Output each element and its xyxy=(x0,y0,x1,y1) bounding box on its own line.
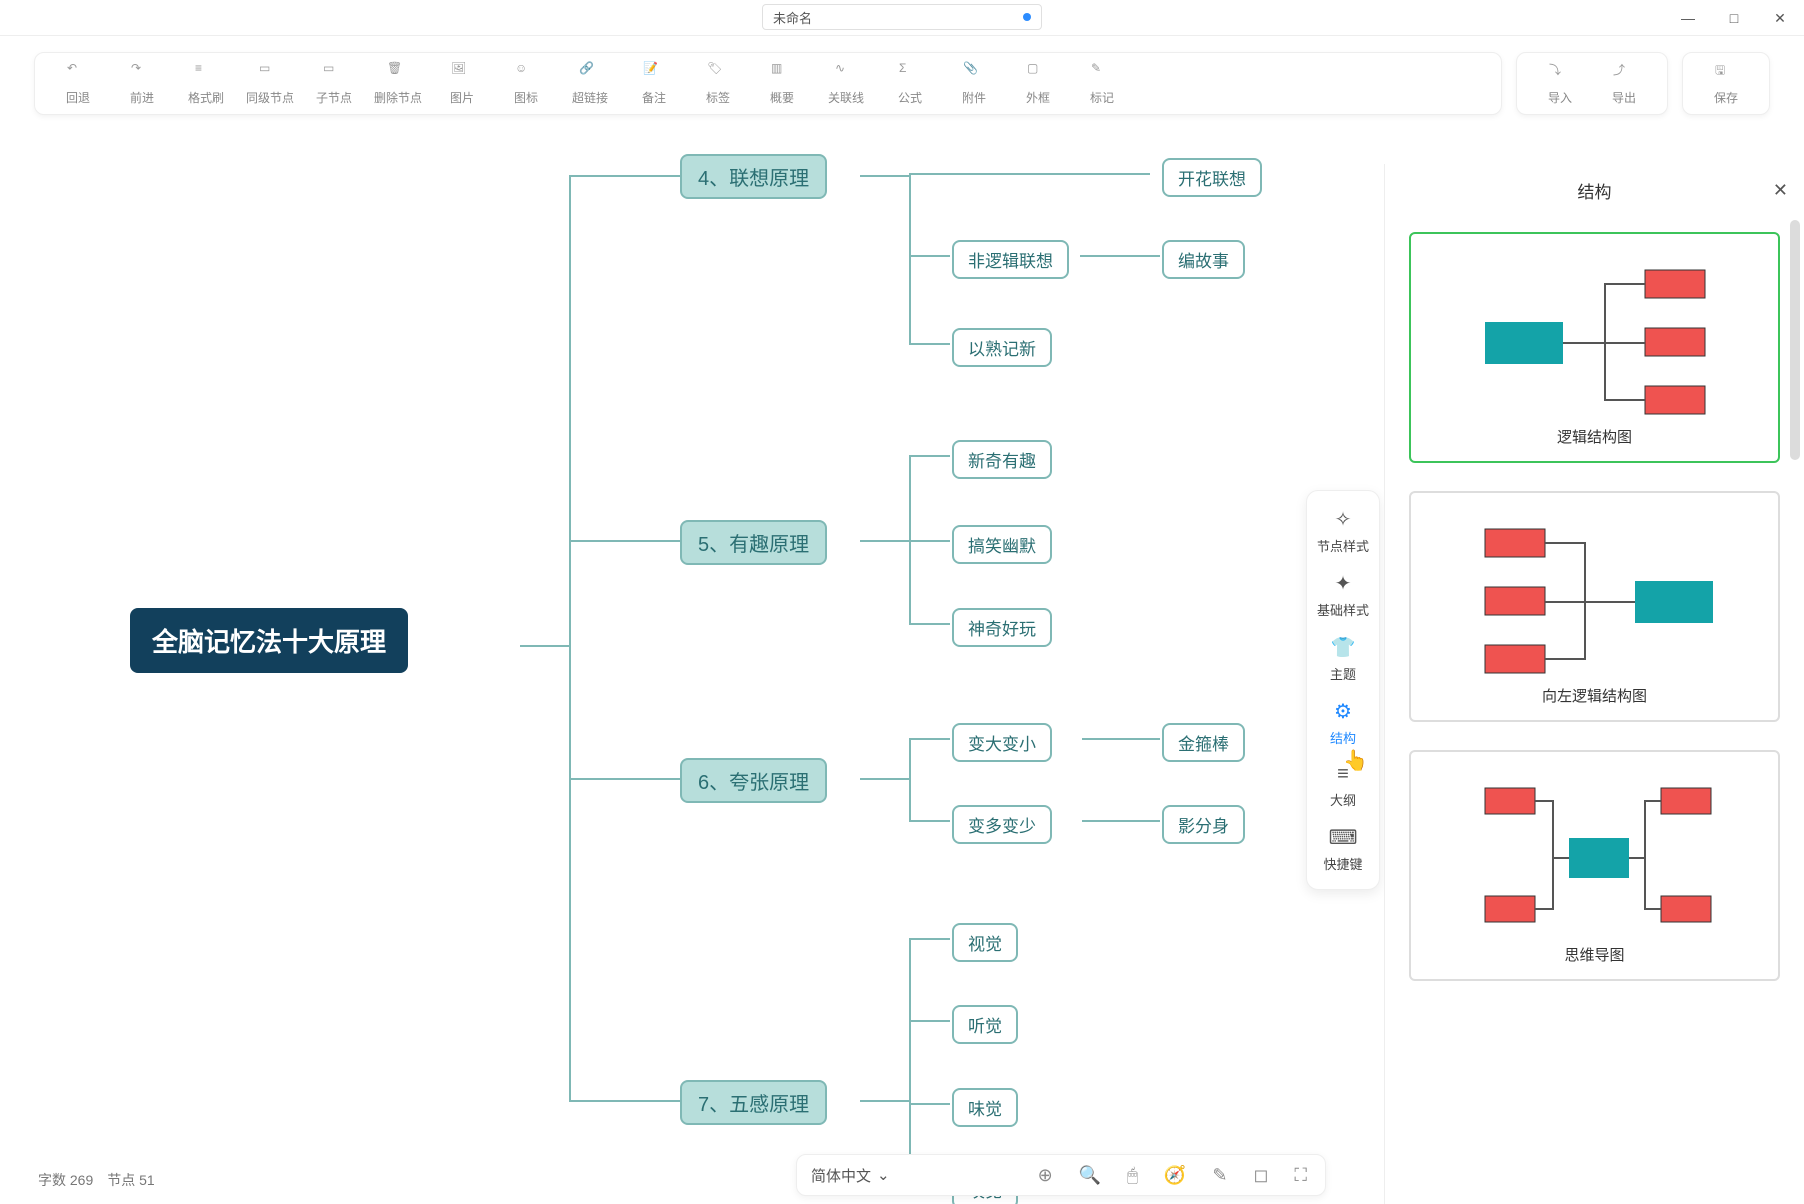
locate-icon[interactable]: ⊕ xyxy=(1038,1165,1053,1186)
strip-theme-button[interactable]: 👕主题 xyxy=(1307,627,1379,691)
leaf-node[interactable]: 变多变少 xyxy=(952,805,1052,844)
frame-button[interactable]: ▢外框 xyxy=(1007,61,1069,106)
sibling-button[interactable]: ▭同级节点 xyxy=(239,61,301,106)
main-toolbar: ↶回退↷前进≡格式刷▭同级节点▭子节点🗑删除节点🖼图片☺图标🔗超链接📝备注🏷标签… xyxy=(34,52,1770,115)
import-button[interactable]: ⤵导入 xyxy=(1529,61,1591,106)
shortcut-icon: ⌨ xyxy=(1329,825,1358,850)
relation-button[interactable]: ∿关联线 xyxy=(815,61,877,106)
structure-option-mindmap[interactable]: 思维导图 xyxy=(1409,750,1780,981)
leaf-node[interactable]: 新奇有趣 xyxy=(952,440,1052,479)
root-node[interactable]: 全脑记忆法十大原理 xyxy=(130,608,408,673)
note-button[interactable]: 📝备注 xyxy=(623,61,685,106)
strip-basestyle-button[interactable]: ✦基础样式 xyxy=(1307,563,1379,627)
note-icon: 📝 xyxy=(643,61,665,83)
zoom-icon[interactable]: 🔍 xyxy=(1079,1165,1101,1186)
leaf-node[interactable]: 搞笑幽默 xyxy=(952,525,1052,564)
marker-icon: ✎ xyxy=(1091,61,1113,83)
unsaved-indicator-icon xyxy=(1023,13,1031,21)
structure-option-logic[interactable]: 逻辑结构图 xyxy=(1409,232,1780,463)
branch-node-7[interactable]: 7、五感原理 xyxy=(680,1080,827,1125)
mouse-icon[interactable]: 🖱 xyxy=(1127,1165,1138,1186)
theme-icon: 👕 xyxy=(1331,635,1356,660)
compass-icon[interactable]: 🧭 xyxy=(1164,1165,1186,1186)
structure-icon: ⚙ xyxy=(1334,699,1352,724)
window-minimize-button[interactable]: — xyxy=(1672,4,1704,32)
branch-node-4[interactable]: 4、联想原理 xyxy=(680,154,827,199)
panel-scrollbar[interactable] xyxy=(1790,220,1800,460)
panel-close-button[interactable]: ✕ xyxy=(1773,180,1788,201)
edit-icon[interactable]: ✎ xyxy=(1212,1165,1227,1186)
leaf-node[interactable]: 编故事 xyxy=(1162,240,1245,279)
title-bar: 未命名 — □ ✕ xyxy=(0,0,1804,36)
undo-button[interactable]: ↶回退 xyxy=(47,61,109,106)
structure-caption: 思维导图 xyxy=(1564,944,1624,965)
formula-icon: Σ xyxy=(899,61,921,83)
delete-icon: 🗑 xyxy=(387,61,409,83)
export-button[interactable]: ⤴导出 xyxy=(1593,61,1655,106)
leaf-node[interactable]: 影分身 xyxy=(1162,805,1245,844)
leaf-node[interactable]: 视觉 xyxy=(952,923,1018,962)
cursor-icon: 👆 xyxy=(1343,748,1368,773)
branch-node-6[interactable]: 6、夸张原理 xyxy=(680,758,827,803)
icon-icon: ☺ xyxy=(515,61,537,83)
save-button[interactable]: 🖫保存 xyxy=(1695,61,1757,106)
frame-icon: ▢ xyxy=(1027,61,1049,83)
basestyle-icon: ✦ xyxy=(1335,571,1352,596)
fit-icon[interactable]: ◻ xyxy=(1253,1165,1268,1186)
icon-button[interactable]: ☺图标 xyxy=(495,61,557,106)
strip-nodestyle-button[interactable]: ✧节点样式 xyxy=(1307,499,1379,563)
formula-button[interactable]: Σ公式 xyxy=(879,61,941,106)
leaf-node[interactable]: 以熟记新 xyxy=(952,328,1052,367)
sibling-icon: ▭ xyxy=(259,61,281,83)
language-select[interactable]: 简体中文⌄ xyxy=(811,1165,890,1186)
attach-button[interactable]: 📎附件 xyxy=(943,61,1005,106)
tag-icon: 🏷 xyxy=(707,61,729,83)
image-icon: 🖼 xyxy=(451,61,473,83)
panel-title: 结构 xyxy=(1578,178,1612,203)
leaf-node[interactable]: 非逻辑联想 xyxy=(952,240,1069,279)
window-maximize-button[interactable]: □ xyxy=(1718,4,1750,32)
delete-button[interactable]: 🗑删除节点 xyxy=(367,61,429,106)
fullscreen-icon[interactable]: ⛶ xyxy=(1294,1165,1307,1186)
attach-icon: 📎 xyxy=(963,61,985,83)
redo-icon: ↷ xyxy=(131,61,153,83)
leaf-node[interactable]: 开花联想 xyxy=(1162,158,1262,197)
strip-structure-button[interactable]: ⚙结构 xyxy=(1307,691,1379,755)
structure-panel: 结构 ✕ 逻辑结构图 xyxy=(1384,164,1804,1204)
child-button[interactable]: ▭子节点 xyxy=(303,61,365,106)
chevron-down-icon: ⌄ xyxy=(877,1166,890,1184)
leaf-node[interactable]: 神奇好玩 xyxy=(952,608,1052,647)
leaf-node[interactable]: 味觉 xyxy=(952,1088,1018,1127)
tag-button[interactable]: 🏷标签 xyxy=(687,61,749,106)
status-bar: 字数 269 节点 51 xyxy=(38,1170,155,1190)
link-icon: 🔗 xyxy=(579,61,601,83)
structure-caption: 向左逻辑结构图 xyxy=(1542,685,1647,706)
leaf-node[interactable]: 变大变小 xyxy=(952,723,1052,762)
document-title: 未命名 xyxy=(773,8,812,27)
marker-button[interactable]: ✎标记 xyxy=(1071,61,1133,106)
leaf-node[interactable]: 金箍棒 xyxy=(1162,723,1245,762)
right-toolstrip: ✧节点样式✦基础样式👕主题⚙结构≡大纲⌨快捷键 xyxy=(1306,490,1380,890)
nodestyle-icon: ✧ xyxy=(1335,507,1352,532)
leaf-node[interactable]: 听觉 xyxy=(952,1005,1018,1044)
format-icon: ≡ xyxy=(195,61,217,83)
window-close-button[interactable]: ✕ xyxy=(1764,4,1796,32)
strip-shortcut-button[interactable]: ⌨快捷键 xyxy=(1307,817,1379,881)
structure-option-leftlogic[interactable]: 向左逻辑结构图 xyxy=(1409,491,1780,722)
branch-node-5[interactable]: 5、有趣原理 xyxy=(680,520,827,565)
document-title-input[interactable]: 未命名 xyxy=(762,4,1042,30)
undo-icon: ↶ xyxy=(67,61,89,83)
structure-caption: 逻辑结构图 xyxy=(1557,426,1632,447)
image-button[interactable]: 🖼图片 xyxy=(431,61,493,106)
view-toolbar: 简体中文⌄ ⊕ 🔍 🖱 🧭 ✎ ◻ ⛶ xyxy=(796,1154,1326,1196)
summary-icon: ▥ xyxy=(771,61,793,83)
child-icon: ▭ xyxy=(323,61,345,83)
link-button[interactable]: 🔗超链接 xyxy=(559,61,621,106)
summary-button[interactable]: ▥概要 xyxy=(751,61,813,106)
relation-icon: ∿ xyxy=(835,61,857,83)
redo-button[interactable]: ↷前进 xyxy=(111,61,173,106)
format-button[interactable]: ≡格式刷 xyxy=(175,61,237,106)
